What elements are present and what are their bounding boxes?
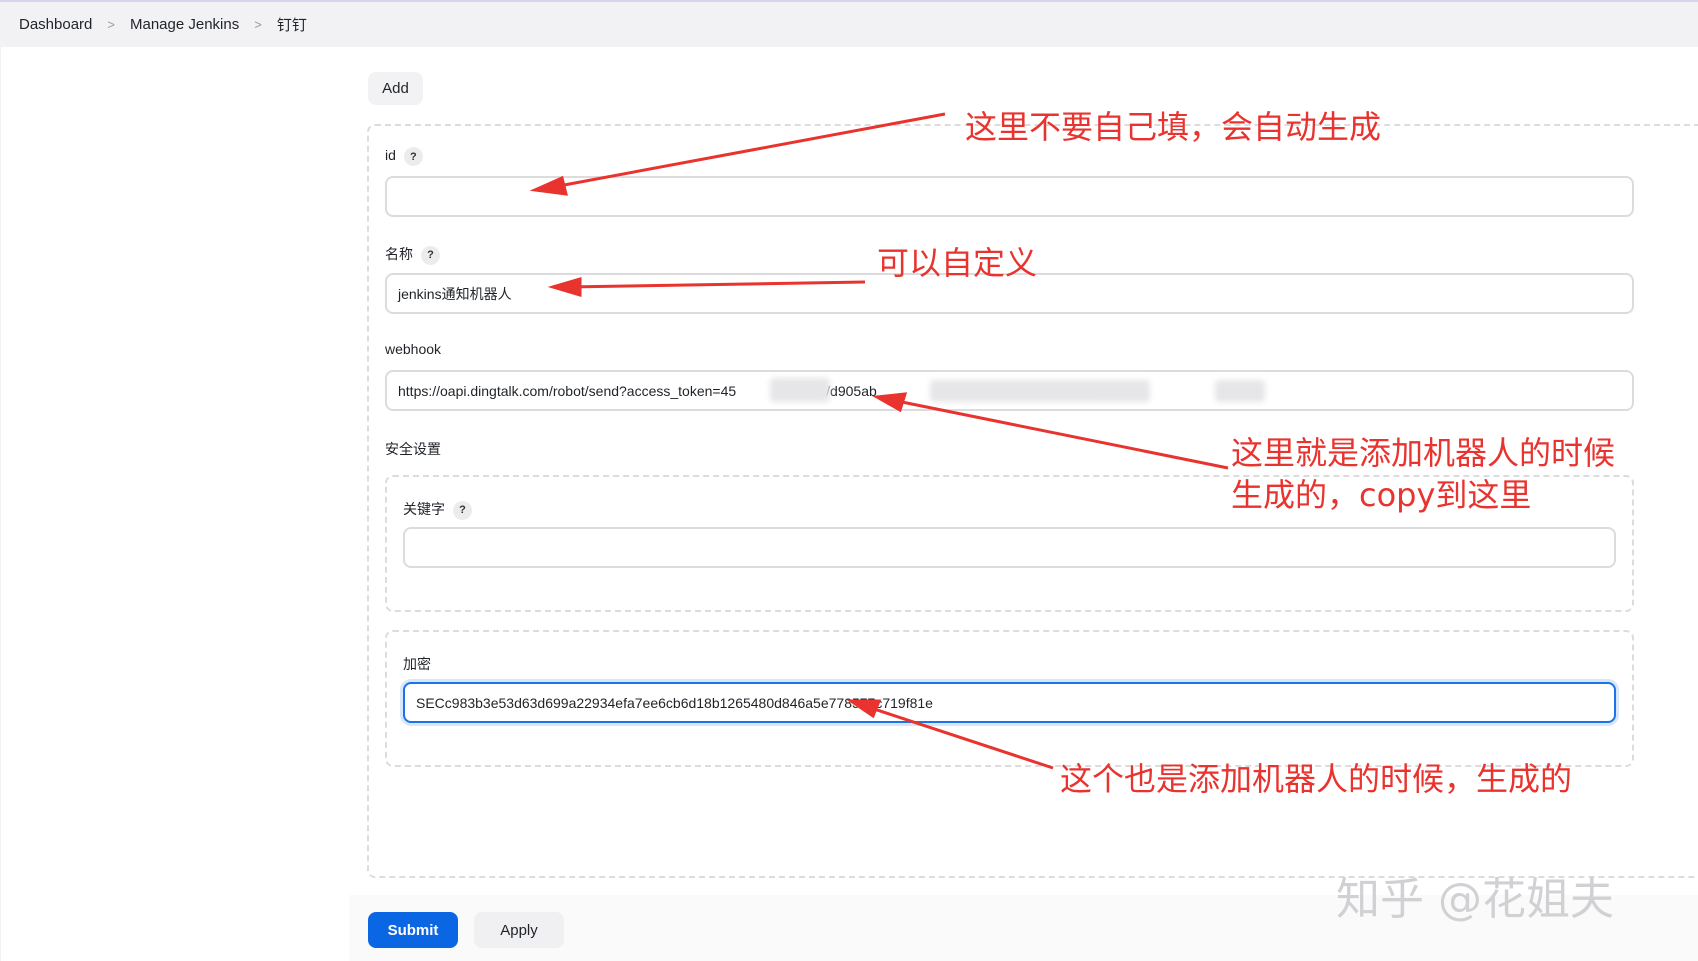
annotation-id-note: 这里不要自己填，会自动生成	[965, 108, 1382, 146]
arrow-webhook	[891, 398, 1229, 470]
annotation-encrypt-note: 这个也是添加机器人的时候，生成的	[1060, 760, 1573, 798]
arrowhead-name	[547, 276, 582, 298]
arrow-name	[565, 280, 866, 289]
annotation-name-note: 可以自定义	[877, 244, 1038, 282]
annotation-webhook-note-2: 生成的，copy到这里	[1231, 476, 1532, 514]
annotation-webhook-note-1: 这里就是添加机器人的时候	[1231, 434, 1616, 472]
arrow-id	[547, 112, 946, 190]
arrowhead-id	[529, 175, 568, 196]
arrow-encrypt	[864, 704, 1054, 770]
arrowhead-encrypt	[846, 699, 882, 719]
arrowhead-webhook	[872, 392, 908, 413]
watermark: 知乎 @花姐夫	[1336, 874, 1614, 925]
